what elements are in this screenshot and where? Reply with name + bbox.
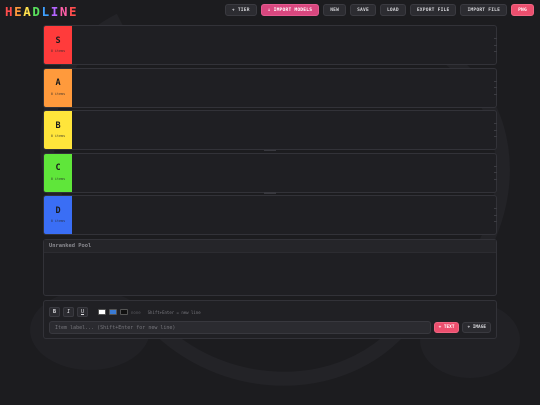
- add-text-button[interactable]: + TEXT: [433, 322, 460, 333]
- tier-dropzone-s[interactable]: [72, 26, 496, 64]
- export-png-button[interactable]: PNG: [511, 4, 534, 16]
- item-label-input[interactable]: [49, 321, 431, 334]
- pool-title: Unranked Pool: [44, 240, 496, 253]
- tier-row-c[interactable]: C 0 items: [43, 152, 498, 194]
- unranked-pool[interactable]: Unranked Pool: [43, 239, 497, 296]
- tier-dropzone-c[interactable]: [72, 154, 496, 192]
- toolbar: + TIER ↓ IMPORT MODELS NEW SAVE LOAD EXP…: [224, 4, 534, 16]
- highlight-color-swatch[interactable]: [109, 309, 117, 315]
- tier-label-d[interactable]: D 0 items: [44, 196, 72, 234]
- add-tier-button[interactable]: + TIER: [224, 4, 257, 16]
- italic-button[interactable]: I: [63, 307, 74, 317]
- tier-count: 0 items: [50, 134, 66, 139]
- logo-letter: L: [41, 3, 51, 19]
- tier-row-b[interactable]: B 0 items: [43, 110, 498, 151]
- tier-letter: B: [55, 120, 61, 131]
- logo-letter: A: [23, 3, 33, 19]
- new-button[interactable]: NEW: [323, 4, 347, 16]
- text-color-swatch[interactable]: [98, 309, 106, 315]
- logo-letter: N: [59, 3, 69, 19]
- save-button[interactable]: SAVE: [350, 4, 376, 16]
- item-editor: B I U none Shift+Enter = new line + TEXT…: [43, 300, 497, 339]
- background-color-swatch[interactable]: [120, 309, 128, 315]
- tier-dropzone-d[interactable]: [72, 196, 496, 234]
- logo-letter: E: [14, 3, 24, 19]
- tier-letter: S: [55, 35, 61, 46]
- tier-label-s[interactable]: S 0 items: [44, 26, 72, 64]
- row-resize-handle[interactable]: [264, 149, 276, 151]
- tier-row-s[interactable]: S 0 items: [43, 25, 497, 65]
- logo-letter: I: [50, 3, 60, 19]
- tier-letter: D: [55, 205, 61, 216]
- tier-letter: C: [55, 163, 61, 174]
- tier-row-a[interactable]: A 0 items: [43, 67, 498, 108]
- tier-dropzone-b[interactable]: [72, 111, 496, 149]
- row-drag-handle[interactable]: [494, 165, 498, 180]
- tier-row-d[interactable]: D 0 items: [43, 195, 497, 235]
- tier-dropzone-a[interactable]: [72, 69, 496, 107]
- export-file-button[interactable]: EXPORT FILE: [409, 4, 457, 16]
- import-models-button[interactable]: ↓ IMPORT MODELS: [260, 4, 320, 16]
- tier-label-a[interactable]: A 0 items: [44, 68, 72, 107]
- tier-count: 0 items: [50, 91, 66, 96]
- row-drag-handle[interactable]: [494, 123, 498, 137]
- app-logo: HEADLINE: [5, 4, 78, 19]
- tier-label-b[interactable]: B 0 items: [44, 111, 72, 149]
- tier-board: S 0 items A 0 items B 0 items C 0 items: [43, 25, 497, 238]
- bold-button[interactable]: B: [49, 307, 60, 317]
- tier-label-c[interactable]: C 0 items: [44, 153, 72, 192]
- import-file-button[interactable]: IMPORT FILE: [460, 4, 508, 16]
- row-drag-handle[interactable]: [494, 80, 498, 95]
- add-image-button[interactable]: + IMAGE: [462, 322, 491, 333]
- tier-letter: A: [55, 78, 61, 89]
- format-toolbar: B I U none Shift+Enter = new line: [49, 307, 201, 317]
- row-drag-handle[interactable]: [494, 208, 498, 222]
- logo-letter: D: [32, 3, 42, 19]
- underline-button[interactable]: U: [77, 307, 88, 317]
- load-button[interactable]: LOAD: [379, 4, 406, 16]
- tier-count: 0 items: [50, 49, 66, 54]
- row-resize-handle[interactable]: [264, 192, 276, 194]
- row-drag-handle[interactable]: [494, 38, 498, 52]
- newline-hint: Shift+Enter = new line: [147, 309, 201, 315]
- tier-count: 0 items: [50, 176, 66, 181]
- app-header: HEADLINE + TIER ↓ IMPORT MODELS NEW SAVE…: [0, 0, 540, 22]
- logo-letter: E: [68, 3, 79, 19]
- no-color-label[interactable]: none: [131, 310, 141, 315]
- logo-letter: H: [5, 3, 15, 19]
- tier-count: 0 items: [50, 219, 66, 224]
- input-row: + TEXT + IMAGE: [49, 321, 491, 334]
